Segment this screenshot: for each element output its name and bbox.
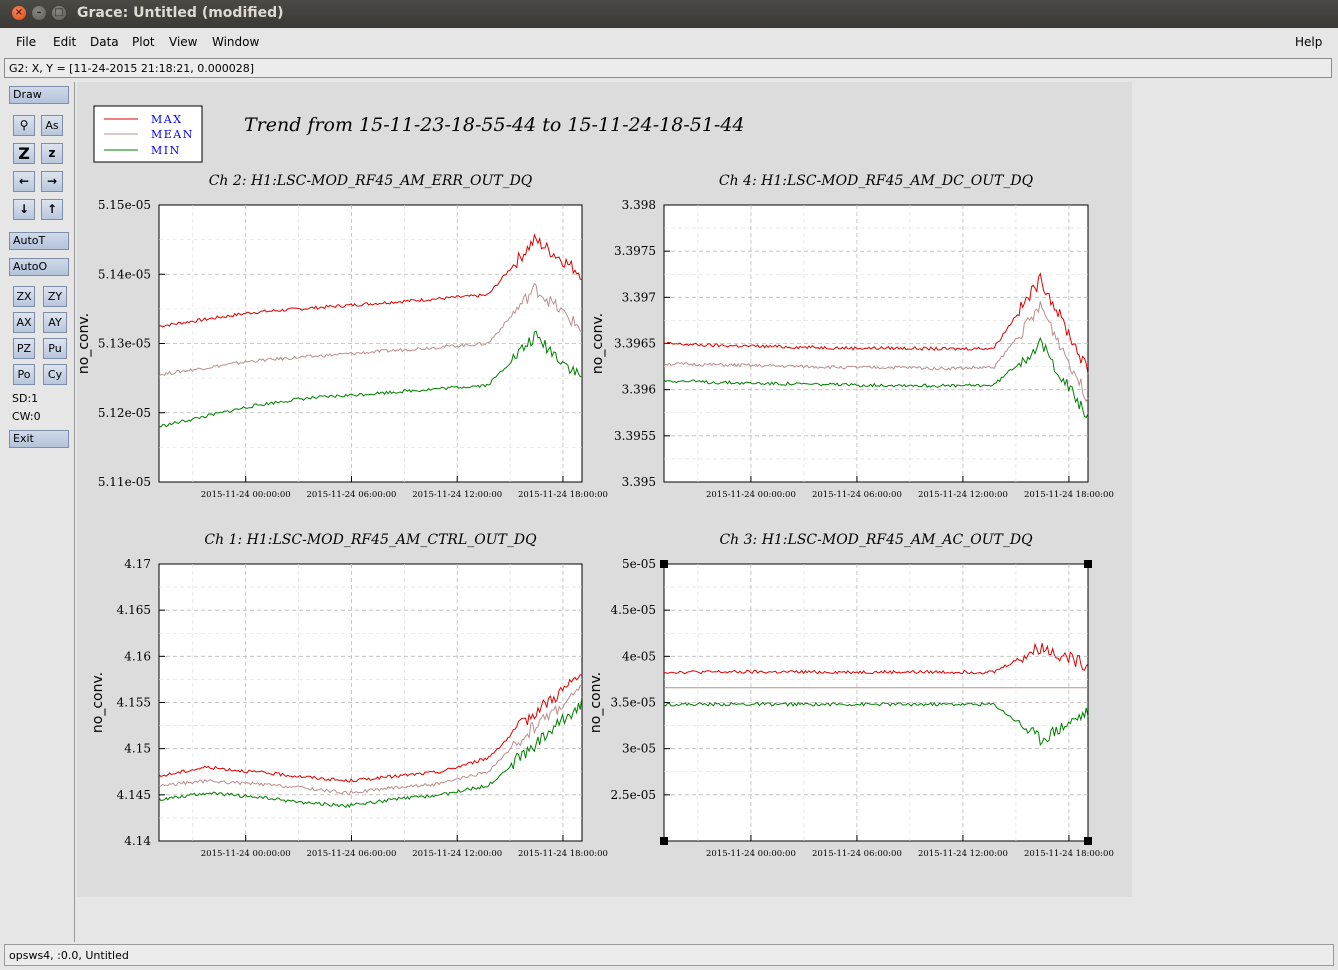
zx-button[interactable]: ZX xyxy=(13,286,35,307)
scroll-down-button[interactable]: ↓ xyxy=(13,199,35,220)
text-tool-icon: Aꜱ xyxy=(45,119,59,132)
menu-help[interactable]: Help xyxy=(1295,35,1322,49)
window-titlebar: × – □ Grace: Untitled (modified) xyxy=(0,0,1338,28)
window-title: Grace: Untitled (modified) xyxy=(77,5,284,21)
autoscale-z-small-button[interactable]: z xyxy=(41,143,63,164)
arrow-up-icon: ↑ xyxy=(46,202,58,216)
po-button[interactable]: Po xyxy=(13,364,35,385)
maximize-window-button[interactable]: □ xyxy=(52,6,66,20)
zy-button[interactable]: ZY xyxy=(43,286,67,307)
status-text: opsws4, :0.0, Untitled xyxy=(9,949,129,962)
plot-canvas-area[interactable] xyxy=(77,82,1132,897)
pz-button[interactable]: PZ xyxy=(13,338,35,359)
menu-data[interactable]: Data xyxy=(90,35,119,49)
ax-button[interactable]: AX xyxy=(13,312,35,333)
sd-label: SD:1 xyxy=(12,392,39,405)
menu-plot[interactable]: Plot xyxy=(132,35,155,49)
z-small-icon: z xyxy=(48,146,56,160)
menu-view[interactable]: View xyxy=(169,35,197,49)
autoo-button[interactable]: AutoO xyxy=(9,258,69,276)
z-large-icon: Z xyxy=(18,144,30,163)
arrow-right-icon: → xyxy=(46,174,58,188)
minimize-window-button[interactable]: – xyxy=(32,6,46,20)
text-tool-button[interactable]: Aꜱ xyxy=(41,115,63,136)
scroll-right-button[interactable]: → xyxy=(41,171,63,192)
locator-bar: G2: X, Y = [11-24-2015 21:18:21, 0.00002… xyxy=(4,58,1332,78)
scroll-left-button[interactable]: ← xyxy=(13,171,35,192)
autoscale-z-button[interactable]: Z xyxy=(13,143,35,164)
status-bar: opsws4, :0.0, Untitled xyxy=(4,944,1334,966)
locator-readout: G2: X, Y = [11-24-2015 21:18:21, 0.00002… xyxy=(9,62,255,75)
cy-button[interactable]: Cy xyxy=(43,364,67,385)
pu-button[interactable]: Pu xyxy=(43,338,67,359)
draw-button[interactable]: Draw xyxy=(9,86,69,104)
menu-window[interactable]: Window xyxy=(212,35,259,49)
exit-button[interactable]: Exit xyxy=(9,430,69,448)
zoom-magnifier-button[interactable]: ⚲ xyxy=(13,115,35,136)
menu-file[interactable]: File xyxy=(16,35,36,49)
tool-panel: Draw ⚲ Aꜱ Z z ← → ↓ ↑ AutoT AutoO ZX ZY … xyxy=(4,82,75,942)
menu-bar: File Edit Data Plot View Window Help xyxy=(0,28,1338,56)
arrow-down-icon: ↓ xyxy=(18,202,30,216)
scroll-up-button[interactable]: ↑ xyxy=(41,199,63,220)
close-window-button[interactable]: × xyxy=(12,6,26,20)
arrow-left-icon: ← xyxy=(18,174,30,188)
autot-button[interactable]: AutoT xyxy=(9,232,69,250)
menu-edit[interactable]: Edit xyxy=(53,35,76,49)
cw-label: CW:0 xyxy=(12,410,41,423)
magnifier-icon: ⚲ xyxy=(19,118,29,132)
ay-button[interactable]: AY xyxy=(43,312,67,333)
